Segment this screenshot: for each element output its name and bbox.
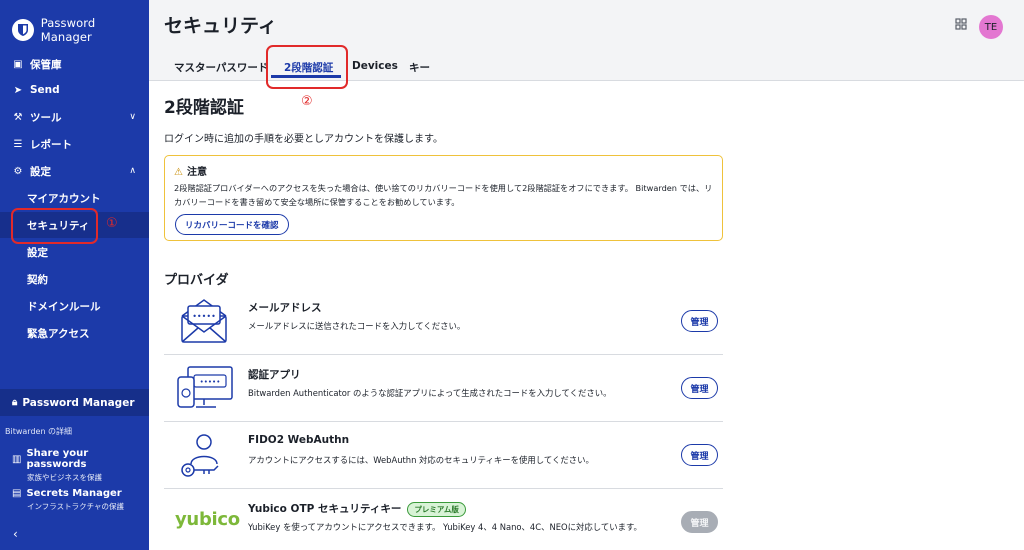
view-recovery-code-button[interactable]: リカバリーコードを確認 xyxy=(175,214,289,235)
more-from-bitwarden-caption: Bitwarden の詳細 xyxy=(5,427,73,436)
terminal-icon: ▤ xyxy=(12,488,22,499)
collapse-sidebar-icon[interactable]: ‹ xyxy=(13,527,18,541)
product-grid-icon[interactable] xyxy=(955,18,967,33)
svg-text:•••••: ••••• xyxy=(192,312,216,321)
promo-subtitle: 家族やビジネスを保護 xyxy=(27,473,102,482)
sidebar-item-label: 保管庫 xyxy=(30,58,62,71)
manage-email-button[interactable]: 管理 xyxy=(681,310,718,332)
promo-subtitle: インフラストラクチャの保護 xyxy=(27,502,125,511)
provider-row-email: ••••• メールアドレス メールアドレスに送信されたコードを入力してください。… xyxy=(164,288,723,355)
avatar[interactable]: TE xyxy=(979,15,1003,39)
manage-authenticator-button[interactable]: 管理 xyxy=(681,377,718,399)
premium-badge: プレミアム版 xyxy=(407,501,466,517)
provider-name-text: Yubico OTP セキュリティキー xyxy=(248,503,402,515)
building-icon: ▥ xyxy=(12,453,22,465)
section-description: ログイン時に追加の手順を必要としアカウントを保護します。 xyxy=(164,134,443,145)
wrench-icon: ⚒ xyxy=(13,111,23,123)
warning-title-text: 注意 xyxy=(186,167,207,178)
lock-icon: 🔒︎ xyxy=(12,397,18,408)
providers-heading: プロバイダ xyxy=(164,273,229,288)
provider-name: 認証アプリ xyxy=(248,369,301,381)
provider-name: Yubico OTP セキュリティキー プレミアム版 xyxy=(248,501,466,517)
sidebar-item-vault[interactable]: ▣ 保管庫 xyxy=(0,51,149,77)
sidebar-item-reports[interactable]: ☰ レポート xyxy=(0,131,149,157)
yubico-wordmark: yubico xyxy=(175,509,240,530)
product-switcher-label: Password Manager xyxy=(22,396,135,409)
tab-master-password[interactable]: マスターパスワード xyxy=(174,60,268,75)
provider-description: Bitwarden Authenticator のような認証アプリによって生成さ… xyxy=(248,388,612,398)
bitwarden-shield-icon xyxy=(12,19,34,41)
annotation-box-security xyxy=(11,208,98,244)
provider-description: アカウントにアクセスするには、WebAuthn 対応のセキュリティキーを使用して… xyxy=(248,455,594,465)
warning-callout: ⚠ 注意 2段階認証プロバイダーへのアクセスを失った場合は、使い捨てのリカバリーコ… xyxy=(164,155,723,241)
promo-secrets-manager[interactable]: ▤ Secrets Manager インフラストラクチャの保護 xyxy=(12,488,147,512)
annotation-marker-2: ② xyxy=(301,94,313,109)
product-switcher[interactable]: 🔒︎ Password Manager xyxy=(0,389,149,416)
manage-fido2-button[interactable]: 管理 xyxy=(681,444,718,466)
sliders-icon: ☰ xyxy=(13,138,23,150)
promo-share-passwords[interactable]: ▥ Share your passwords 家族やビジネスを保護 xyxy=(12,448,147,483)
send-icon: ➤ xyxy=(13,84,23,96)
sidebar-item-settings[interactable]: ⚙ 設定 ∧ xyxy=(0,158,149,184)
sidebar-item-label: ツール xyxy=(30,111,62,124)
security-key-icon xyxy=(174,428,234,480)
provider-row-authenticator: ••••• 認証アプリ Bitwarden Authenticator のような… xyxy=(164,355,723,422)
warning-body: 2段階認証プロバイダーへのアクセスを失った場合は、使い捨てのリカバリーコードを使… xyxy=(174,183,713,207)
sidebar-item-label: 設定 xyxy=(30,165,51,178)
sidebar-sub-emergency-access[interactable]: 緊急アクセス xyxy=(0,320,149,346)
sidebar-sub-domain-rules[interactable]: ドメインルール xyxy=(0,293,149,319)
sidebar: Password Manager ▣ 保管庫 ➤ Send ⚒ ツール ∨ ☰ … xyxy=(0,0,149,550)
sidebar-sub-subscription[interactable]: 契約 xyxy=(0,266,149,292)
app-title: Password Manager xyxy=(40,16,96,44)
provider-row-yubico: yubico Yubico OTP セキュリティキー プレミアム版 YubiKey… xyxy=(164,489,723,550)
annotation-marker-1: ① xyxy=(106,216,118,231)
promo-title: Share your passwords xyxy=(26,448,89,470)
warning-title: ⚠ 注意 xyxy=(174,163,207,178)
page-title: セキュリティ xyxy=(164,15,277,37)
warning-triangle-icon: ⚠ xyxy=(174,167,183,178)
email-envelope-icon: ••••• xyxy=(174,294,234,346)
provider-description: メールアドレスに送信されたコードを入力してください。 xyxy=(248,321,466,331)
section-title: 2段階認証 xyxy=(164,98,244,118)
gear-icon: ⚙ xyxy=(13,165,23,177)
app-logo[interactable]: Password Manager xyxy=(12,16,149,44)
tab-keys[interactable]: キー xyxy=(409,60,430,75)
tab-devices[interactable]: Devices xyxy=(352,60,398,72)
sidebar-item-label: レポート xyxy=(30,138,72,151)
chevron-up-icon: ∧ xyxy=(129,166,136,176)
chevron-down-icon: ∨ xyxy=(129,112,136,122)
provider-name: FIDO2 WebAuthn xyxy=(248,434,350,446)
sidebar-item-send[interactable]: ➤ Send xyxy=(0,77,149,103)
sidebar-item-tools[interactable]: ⚒ ツール ∨ xyxy=(0,104,149,130)
manage-yubico-button[interactable]: 管理 xyxy=(681,511,718,533)
annotation-box-two-step-tab xyxy=(266,45,348,89)
provider-row-fido2: FIDO2 WebAuthn アカウントにアクセスするには、WebAuthn 対… xyxy=(164,422,723,489)
authenticator-app-icon: ••••• xyxy=(174,361,234,413)
sidebar-item-label: Send xyxy=(30,84,60,96)
promo-title: Secrets Manager xyxy=(26,488,122,499)
provider-description: YubiKey を使ってアカウントにアクセスできます。 YubiKey 4、4 … xyxy=(248,522,642,532)
vault-icon: ▣ xyxy=(13,58,23,70)
provider-name: メールアドレス xyxy=(248,302,322,314)
yubico-logo: yubico xyxy=(174,495,240,547)
svg-text:•••••: ••••• xyxy=(200,378,221,386)
